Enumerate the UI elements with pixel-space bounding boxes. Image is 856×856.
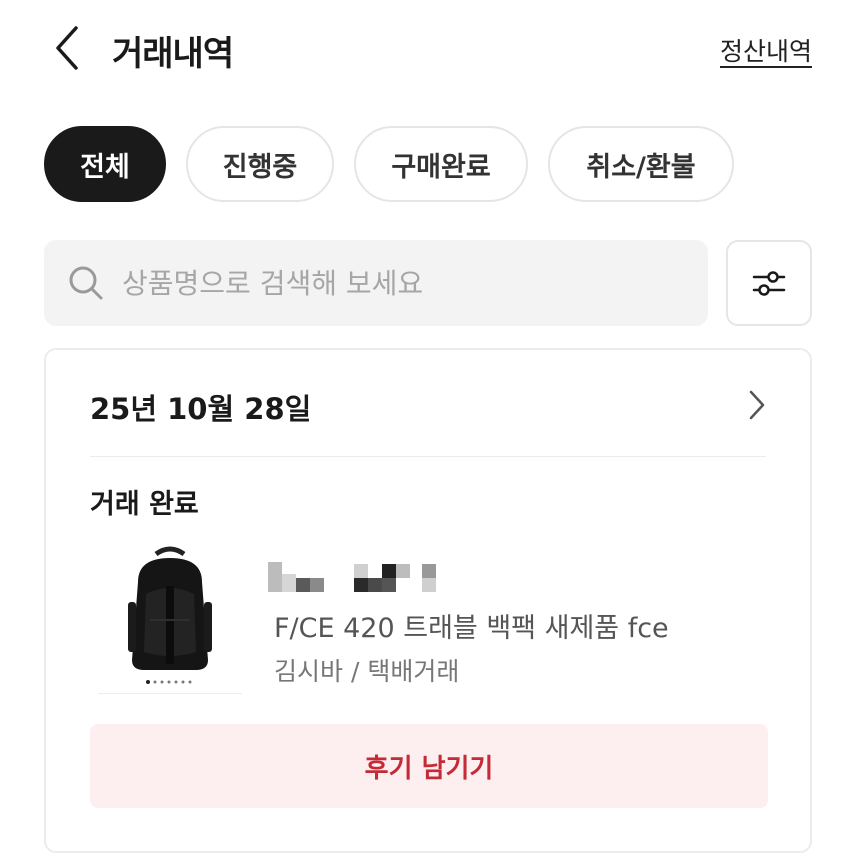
page-title: 거래내역	[112, 34, 234, 74]
filter-sliders-icon	[752, 271, 786, 296]
backpack-image	[128, 546, 212, 684]
filter-tabs: 전체 진행중 구매완료 취소/환불	[44, 126, 734, 204]
settlement-history-link[interactable]: 정산내역	[720, 32, 812, 68]
pixelated-redaction	[268, 562, 436, 592]
tab-purchase-complete[interactable]: 구매완료	[354, 126, 528, 202]
order-date: 25년 10월 28일	[90, 392, 312, 426]
filter-button[interactable]	[726, 240, 812, 326]
search-bar	[44, 240, 708, 326]
seller-and-trade-method: 김시바 / 택배거래	[274, 657, 460, 686]
search-icon	[69, 266, 103, 300]
back-button[interactable]	[46, 22, 90, 74]
tab-in-progress[interactable]: 진행중	[186, 126, 334, 202]
search-input[interactable]	[120, 265, 684, 301]
order-card: 25년 10월 28일 거래 완료 F/CE 420 트래블 백팩 새제품 fc…	[44, 348, 812, 853]
divider	[90, 456, 766, 457]
tab-all[interactable]: 전체	[44, 126, 166, 202]
chevron-left-icon	[56, 26, 78, 70]
order-status: 거래 완료	[90, 489, 199, 520]
order-detail-button[interactable]	[746, 388, 768, 422]
tab-cancel-refund[interactable]: 취소/환불	[548, 126, 734, 202]
image-divider	[98, 693, 242, 694]
redacted-shop-name	[268, 562, 448, 592]
header: 거래내역 정산내역	[0, 0, 856, 100]
product-image[interactable]	[98, 542, 242, 694]
write-review-button[interactable]: 후기 남기기	[90, 724, 768, 808]
chevron-right-icon	[749, 390, 765, 420]
product-name[interactable]: F/CE 420 트래블 백팩 새제품 fce	[274, 606, 669, 645]
